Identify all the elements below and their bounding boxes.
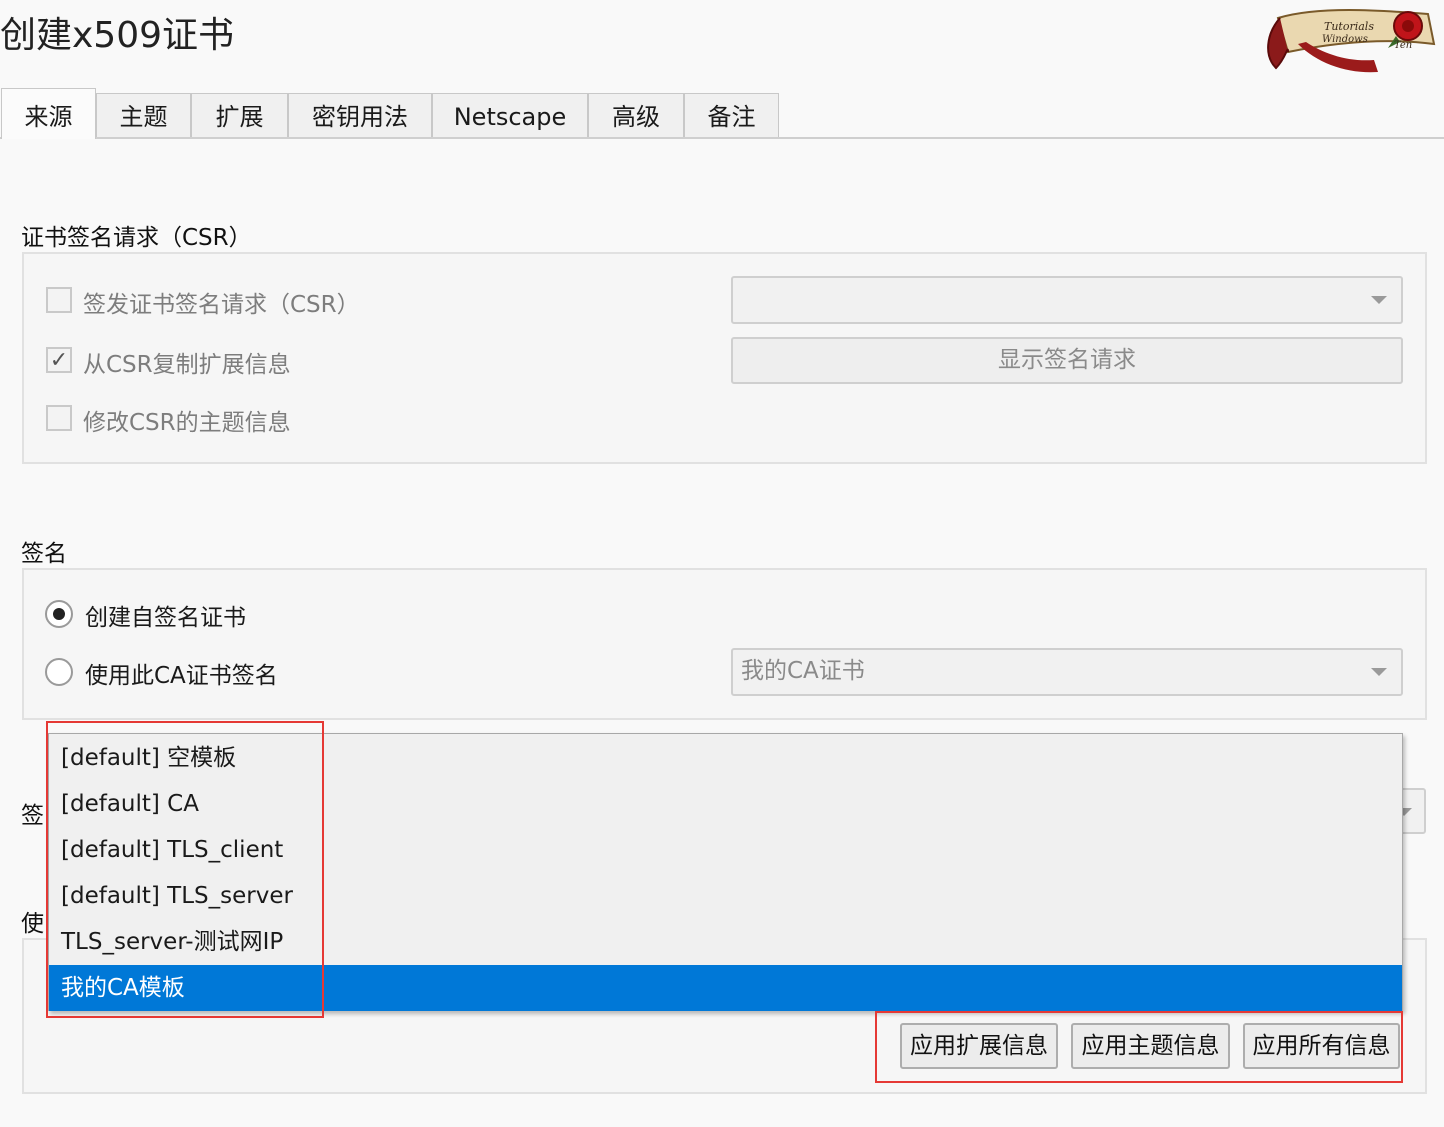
tutorials-windows-ten-logo: Tutorials Windows Ten — [1267, 9, 1436, 73]
show-request-button[interactable]: 显示签名请求 — [731, 337, 1403, 384]
template-option[interactable]: [default] 空模板 — [49, 735, 1402, 781]
svg-text:Ten: Ten — [1394, 40, 1412, 51]
ca-certificate-select-value: 我的CA证书 — [741, 658, 865, 684]
template-label-partial: 使 — [21, 911, 44, 937]
copy-extensions-checkbox[interactable]: ✓ — [46, 347, 72, 373]
csr-select[interactable] — [731, 276, 1403, 324]
self-signed-label: 创建自签名证书 — [85, 605, 246, 631]
signing-heading: 签名 — [21, 541, 67, 567]
window-title: 创建x509证书 — [0, 15, 235, 56]
tab-source[interactable]: 来源 — [1, 88, 96, 139]
apply-extensions-button[interactable]: 应用扩展信息 — [900, 1023, 1058, 1069]
radio-selected-dot — [53, 608, 65, 620]
tab-extensions[interactable]: 扩展 — [191, 93, 288, 137]
apply-subject-button[interactable]: 应用主题信息 — [1071, 1023, 1230, 1069]
checkmark-icon: ✓ — [49, 347, 69, 373]
tab-key-usage[interactable]: 密钥用法 — [288, 93, 432, 137]
sign-csr-label: 签发证书签名请求（CSR） — [83, 292, 360, 318]
self-signed-radio[interactable] — [45, 600, 73, 628]
chevron-down-icon — [1371, 668, 1387, 676]
chevron-down-icon — [1371, 296, 1387, 304]
template-option-selected[interactable]: 我的CA模板 — [49, 965, 1402, 1011]
template-option[interactable]: TLS_server-测试网IP — [49, 919, 1402, 965]
tab-advanced[interactable]: 高级 — [588, 93, 684, 137]
copy-extensions-label: 从CSR复制扩展信息 — [83, 352, 291, 378]
use-ca-radio[interactable] — [45, 658, 73, 686]
apply-all-button[interactable]: 应用所有信息 — [1243, 1023, 1400, 1069]
ca-certificate-select[interactable]: 我的CA证书 — [731, 648, 1403, 696]
svg-text:Windows: Windows — [1322, 34, 1368, 45]
csr-heading: 证书签名请求（CSR） — [21, 225, 252, 251]
use-ca-label: 使用此CA证书签名 — [85, 663, 278, 689]
signing-group — [22, 568, 1427, 720]
template-option[interactable]: [default] TLS_client — [49, 827, 1402, 873]
template-option[interactable]: [default] CA — [49, 781, 1402, 827]
template-dropdown-list[interactable]: [default] 空模板 [default] CA [default] TLS… — [48, 733, 1403, 1011]
template-option[interactable]: [default] TLS_server — [49, 873, 1402, 919]
svg-text:Tutorials: Tutorials — [1324, 20, 1374, 33]
tab-netscape[interactable]: Netscape — [432, 93, 588, 137]
modify-subject-label: 修改CSR的主题信息 — [83, 410, 291, 436]
signature-algorithm-label-partial: 签 — [21, 803, 44, 829]
tab-comment[interactable]: 备注 — [684, 93, 779, 137]
modify-subject-checkbox[interactable] — [46, 405, 72, 431]
tab-subject[interactable]: 主题 — [96, 93, 191, 137]
sign-csr-checkbox[interactable] — [46, 287, 72, 313]
